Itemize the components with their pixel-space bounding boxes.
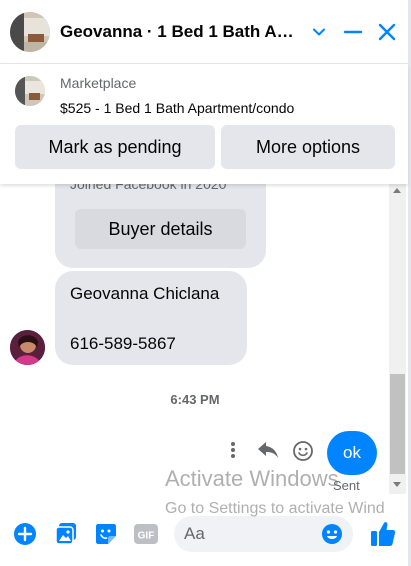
buyer-details-button[interactable]: Buyer details — [75, 209, 246, 249]
gif-icon[interactable]: GIF — [133, 521, 159, 547]
chevron-down-icon[interactable] — [305, 18, 333, 46]
contact-name-text: Geovanna Chiclana — [70, 284, 220, 303]
chat-title[interactable]: Geovanna · 1 Bed 1 Bath A… — [60, 22, 300, 42]
plus-circle-icon[interactable] — [12, 521, 38, 547]
emoji-picker-icon[interactable] — [320, 522, 344, 546]
message-input[interactable] — [184, 516, 314, 552]
marketplace-card: Marketplace $525 - 1 Bed 1 Bath Apartmen… — [0, 64, 408, 184]
minus-icon[interactable] — [339, 18, 367, 46]
activate-windows-watermark: Activate Windows — [165, 466, 339, 491]
scroll-down-arrow-icon[interactable] — [393, 482, 401, 487]
mark-as-pending-button[interactable]: Mark as pending — [15, 125, 215, 169]
scrollbar-thumb[interactable] — [390, 374, 405, 474]
message-input-container — [174, 516, 353, 552]
listing-avatar[interactable] — [10, 12, 50, 52]
listing-thumbnail[interactable] — [15, 76, 45, 106]
sticker-icon[interactable] — [93, 521, 119, 547]
message-scrollbar[interactable] — [389, 184, 406, 494]
sender-avatar[interactable] — [10, 330, 45, 365]
reply-icon[interactable] — [256, 440, 280, 460]
message-timestamp: 6:43 PM — [170, 392, 220, 407]
close-icon[interactable] — [373, 18, 401, 46]
listing-title[interactable]: $525 - 1 Bed 1 Bath Apartment/condo — [60, 100, 294, 116]
message-composer: GIF — [0, 510, 408, 566]
contact-phone-text: 616-589-5867 — [70, 334, 176, 353]
joined-facebook-text: Joined Facebook in 2020 — [70, 184, 227, 192]
messenger-chat-window: Geovanna · 1 Bed 1 Bath A… Marketplace $… — [0, 0, 411, 566]
marketplace-label: Marketplace — [60, 75, 137, 91]
scroll-up-arrow-icon[interactable] — [393, 188, 401, 193]
thumbs-up-icon[interactable] — [368, 519, 398, 549]
more-vertical-icon[interactable] — [224, 440, 242, 460]
chat-header: Geovanna · 1 Bed 1 Bath A… — [0, 0, 408, 64]
message-list: Joined Facebook in 2020 Buyer details Ge… — [0, 184, 408, 510]
gif-icon-label: GIF — [138, 531, 155, 542]
activate-windows-hint: Go to Settings to activate Wind — [165, 500, 385, 517]
photo-icon[interactable] — [53, 521, 79, 547]
more-options-button[interactable]: More options — [221, 125, 395, 169]
emoji-reaction-icon[interactable] — [291, 440, 315, 462]
